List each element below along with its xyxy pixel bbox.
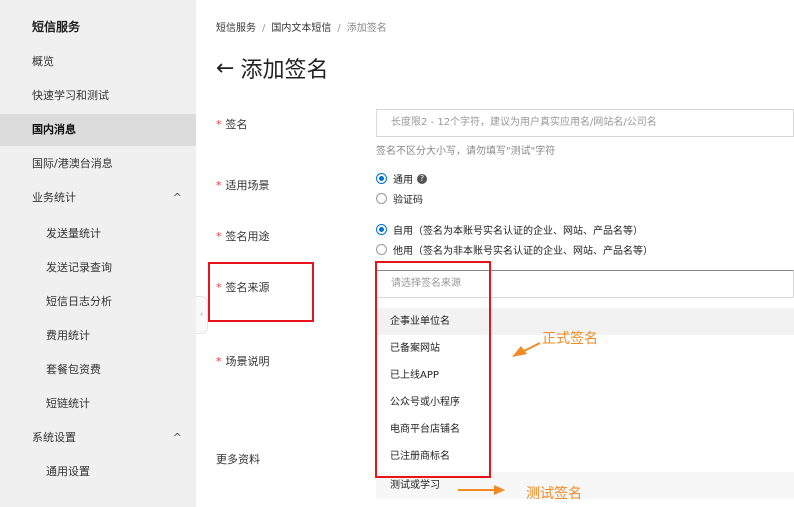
- annotation-test-signature: 测试签名: [526, 486, 582, 502]
- annotation-arrows: [458, 342, 541, 495]
- arrow-formal-icon: [512, 342, 541, 357]
- annotation-formal-signature: 正式签名: [542, 331, 598, 347]
- arrow-test-icon: [458, 485, 505, 495]
